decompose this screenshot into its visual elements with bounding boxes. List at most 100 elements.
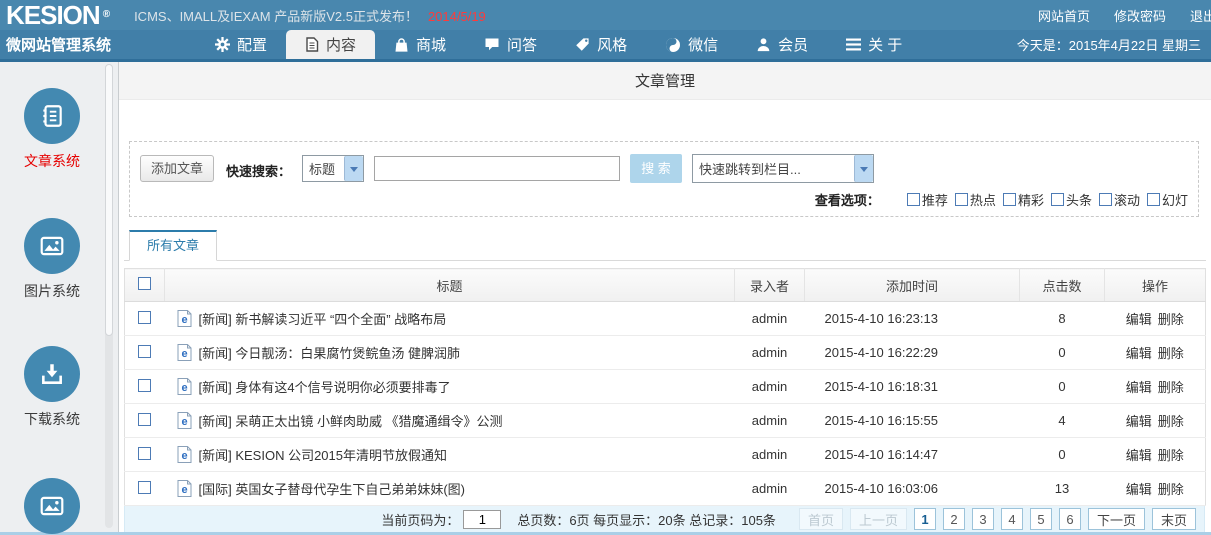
table-header-row: 标题 录入者 添加时间 点击数 操作 xyxy=(125,269,1206,302)
sidebar-item-media-system[interactable] xyxy=(0,478,104,535)
chevron-down-icon[interactable] xyxy=(854,155,873,182)
view-option[interactable]: 头条 xyxy=(1051,190,1092,209)
view-option-checkbox[interactable] xyxy=(1099,193,1112,206)
last-page-button[interactable]: 末页 xyxy=(1152,508,1196,530)
nav-item-about[interactable]: 关 于 xyxy=(827,30,921,59)
author-cell: admin xyxy=(735,336,805,370)
edit-link[interactable]: 编辑 xyxy=(1126,346,1152,361)
view-option-checkbox[interactable] xyxy=(1051,193,1064,206)
edit-link[interactable]: 编辑 xyxy=(1126,414,1152,429)
article-title-link[interactable]: [新闻] 身体有这4个信号说明你必须要排毒了 xyxy=(199,377,451,396)
page-button[interactable]: 4 xyxy=(1001,508,1023,530)
row-select-cell xyxy=(125,302,165,336)
title-cell-td: e[新闻] 呆萌正太出镜 小鲜肉助威 《猎魔通缉令》公测 xyxy=(165,404,735,438)
edit-link[interactable]: 编辑 xyxy=(1126,380,1152,395)
sidebar-item-label: 下载系统 xyxy=(24,409,80,429)
tab-all-articles[interactable]: 所有文章 xyxy=(129,230,217,261)
row-checkbox[interactable] xyxy=(138,447,151,460)
search-input[interactable] xyxy=(374,156,620,181)
delete-link[interactable]: 删除 xyxy=(1158,414,1184,429)
current-page-input[interactable] xyxy=(463,510,501,529)
site-home-link[interactable]: 网站首页 xyxy=(1038,6,1090,25)
view-option-checkbox[interactable] xyxy=(907,193,920,206)
nav-item-qa[interactable]: 问答 xyxy=(465,30,556,59)
delete-link[interactable]: 删除 xyxy=(1158,312,1184,327)
svg-text:e: e xyxy=(181,484,187,496)
article-title-link[interactable]: [新闻] 呆萌正太出镜 小鲜肉助威 《猎魔通缉令》公测 xyxy=(199,411,503,430)
nav-item-member[interactable]: 会员 xyxy=(737,30,827,59)
row-checkbox[interactable] xyxy=(138,345,151,358)
view-option-checkbox[interactable] xyxy=(955,193,968,206)
sidebar-item-image-system[interactable]: 图片系统 xyxy=(0,218,104,301)
edit-link[interactable]: 编辑 xyxy=(1126,312,1152,327)
document-icon xyxy=(305,37,319,52)
row-select-cell xyxy=(125,404,165,438)
added-time-cell: 2015-4-10 16:23:13 xyxy=(805,302,1020,336)
row-checkbox[interactable] xyxy=(138,413,151,426)
added-time-cell: 2015-4-10 16:15:55 xyxy=(805,404,1020,438)
article-title-link[interactable]: [国际] 英国女子替母代孕生下自己弟弟妹妹(图) xyxy=(199,479,466,498)
view-option-label: 热点 xyxy=(970,190,996,209)
article-title-link[interactable]: [新闻] 今日靓汤：白果腐竹煲鲩鱼汤 健脾润肺 xyxy=(199,343,460,362)
view-option-checkbox[interactable] xyxy=(1003,193,1016,206)
page-button[interactable]: 3 xyxy=(972,508,994,530)
search-button[interactable]: 搜 索 xyxy=(630,154,682,183)
navbar: 微网站管理系统 配置 内容 商城 问答 风格 xyxy=(0,30,1211,62)
delete-link[interactable]: 删除 xyxy=(1158,482,1184,497)
prev-page-button[interactable]: 上一页 xyxy=(850,508,907,530)
nav-item-config[interactable]: 配置 xyxy=(196,30,286,59)
chevron-down-icon[interactable] xyxy=(344,156,363,181)
delete-link[interactable]: 删除 xyxy=(1158,448,1184,463)
view-option[interactable]: 幻灯 xyxy=(1147,190,1188,209)
logout-link[interactable]: 退出登录 xyxy=(1190,6,1211,25)
view-option[interactable]: 精彩 xyxy=(1003,190,1044,209)
page-button[interactable]: 2 xyxy=(943,508,965,530)
topbar: KESION® ICMS、IMALL及IEXAM 产品新版V2.5正式发布！20… xyxy=(0,0,1211,30)
delete-link[interactable]: 删除 xyxy=(1158,380,1184,395)
view-option[interactable]: 滚动 xyxy=(1099,190,1140,209)
article-title-link[interactable]: [新闻] KESION 公司2015年清明节放假通知 xyxy=(199,445,448,464)
svg-text:e: e xyxy=(181,314,187,326)
articles-table: 标题 录入者 添加时间 点击数 操作 e [新闻] 新书解读习近平 “四个全面” … xyxy=(124,268,1206,506)
add-article-button[interactable]: 添加文章 xyxy=(140,155,214,182)
nav-item-mall[interactable]: 商城 xyxy=(375,30,465,59)
delete-link[interactable]: 删除 xyxy=(1158,346,1184,361)
title-cell-td: e[新闻] KESION 公司2015年清明节放假通知 xyxy=(165,438,735,472)
search-panel: 添加文章 快速搜索： 标题 搜 索 快速跳转到栏目... 查看选项： 推荐热点精… xyxy=(129,141,1199,217)
next-page-button[interactable]: 下一页 xyxy=(1088,508,1145,530)
nav-item-style[interactable]: 风格 xyxy=(556,30,646,59)
select-all-checkbox[interactable] xyxy=(138,277,151,290)
tab-bar: 所有文章 xyxy=(124,231,1206,261)
sidebar-scrollbar-thumb[interactable] xyxy=(105,64,113,336)
article-doc-icon: e xyxy=(177,344,192,361)
sidebar-item-download-system[interactable]: 下载系统 xyxy=(0,346,104,429)
title-cell-td: e [新闻] 新书解读习近平 “四个全面” 战略布局 xyxy=(165,302,735,336)
nav-item-content[interactable]: 内容 xyxy=(286,30,375,59)
page-button-current[interactable]: 1 xyxy=(914,508,936,530)
view-option[interactable]: 推荐 xyxy=(907,190,948,209)
row-checkbox[interactable] xyxy=(138,311,151,324)
jump-to-category-select[interactable]: 快速跳转到栏目... xyxy=(692,154,874,183)
search-type-select[interactable]: 标题 xyxy=(302,155,364,182)
article-title-link[interactable]: [新闻] 新书解读习近平 “四个全面” 战略布局 xyxy=(199,309,447,328)
view-option[interactable]: 热点 xyxy=(955,190,996,209)
actions-cell: 编辑删除 xyxy=(1105,370,1206,404)
edit-link[interactable]: 编辑 xyxy=(1126,482,1152,497)
row-checkbox[interactable] xyxy=(138,481,151,494)
wechat-icon xyxy=(665,37,681,53)
change-password-link[interactable]: 修改密码 xyxy=(1114,6,1166,25)
svg-text:e: e xyxy=(181,382,187,394)
header-added-time: 添加时间 xyxy=(805,269,1020,302)
view-option-label: 推荐 xyxy=(922,190,948,209)
announcement-text: ICMS、IMALL及IEXAM 产品新版V2.5正式发布！ xyxy=(134,9,418,24)
page-button[interactable]: 5 xyxy=(1030,508,1052,530)
sidebar-item-article-system[interactable]: 文章系统 xyxy=(0,88,104,171)
page-button[interactable]: 6 xyxy=(1059,508,1081,530)
edit-link[interactable]: 编辑 xyxy=(1126,448,1152,463)
nav-item-wechat[interactable]: 微信 xyxy=(646,30,737,59)
view-option-checkbox[interactable] xyxy=(1147,193,1160,206)
nav-item-label: 关 于 xyxy=(868,34,902,55)
first-page-button[interactable]: 首页 xyxy=(799,508,843,530)
actions-cell: 编辑删除 xyxy=(1105,438,1206,472)
row-checkbox[interactable] xyxy=(138,379,151,392)
